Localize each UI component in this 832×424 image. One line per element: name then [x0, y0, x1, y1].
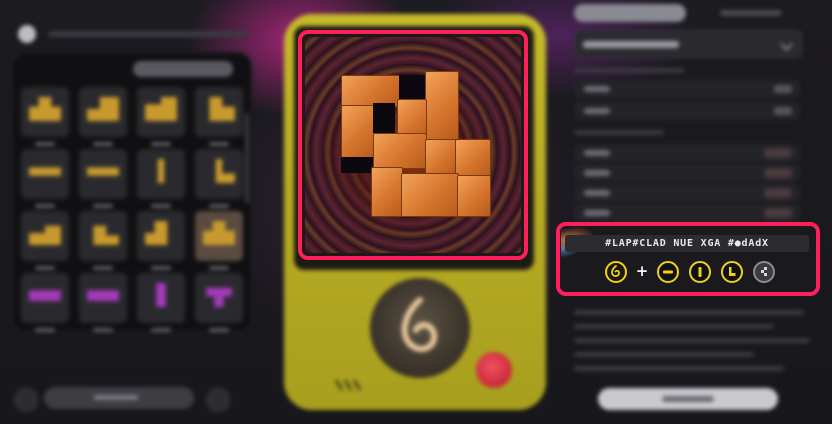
piece-tile[interactable]	[137, 87, 185, 146]
piece-tile-selected[interactable]	[195, 211, 243, 270]
left-footer	[14, 386, 238, 412]
piece-tile[interactable]	[79, 87, 127, 146]
piece-tile[interactable]	[137, 149, 185, 208]
library-scrollbar[interactable]	[245, 113, 249, 203]
speaker-grille-icon	[334, 379, 362, 391]
piece-tile[interactable]	[195, 149, 243, 208]
piece-tile[interactable]	[21, 273, 69, 332]
controls-highlight	[556, 222, 820, 296]
piece-tile[interactable]	[79, 211, 127, 270]
mode-select[interactable]	[44, 387, 194, 409]
list-row[interactable]	[574, 164, 800, 182]
description-text	[574, 306, 818, 376]
library-tabs	[27, 61, 237, 79]
piece-tile[interactable]	[195, 273, 243, 332]
toggle-active[interactable]	[574, 4, 686, 22]
piece-tile[interactable]	[137, 211, 185, 270]
list-row[interactable]	[574, 204, 800, 222]
option-row[interactable]	[574, 80, 800, 98]
refresh-icon[interactable]	[206, 388, 230, 412]
level-select[interactable]	[574, 30, 802, 58]
piece-library-panel	[12, 52, 252, 332]
tab-first[interactable]	[27, 61, 127, 77]
piece-tile[interactable]	[21, 87, 69, 146]
piece-tile[interactable]	[195, 87, 243, 146]
left-header	[14, 20, 248, 48]
screen-highlight	[298, 30, 528, 260]
piece-tile[interactable]	[137, 273, 185, 332]
piece-tile[interactable]	[21, 149, 69, 208]
section-label	[574, 68, 684, 73]
view-toggle[interactable]	[574, 4, 804, 24]
piece-tile[interactable]	[79, 149, 127, 208]
left-header-title	[48, 31, 248, 37]
option-row[interactable]	[574, 102, 800, 120]
swirl-logo-icon	[401, 297, 438, 352]
submit-button[interactable]	[598, 388, 778, 410]
piece-tile[interactable]	[79, 273, 127, 332]
list-row[interactable]	[574, 144, 800, 162]
dial-knob[interactable]	[370, 278, 470, 378]
section-label	[574, 130, 664, 135]
piece-tile[interactable]	[21, 211, 69, 270]
chevron-down-icon	[780, 38, 793, 51]
toggle-inactive[interactable]	[720, 10, 782, 16]
red-action-button[interactable]	[476, 352, 512, 388]
list-row[interactable]	[574, 184, 800, 202]
app-logo-icon	[18, 25, 36, 43]
tab-second[interactable]	[133, 61, 233, 77]
settings-icon[interactable]	[14, 388, 38, 412]
